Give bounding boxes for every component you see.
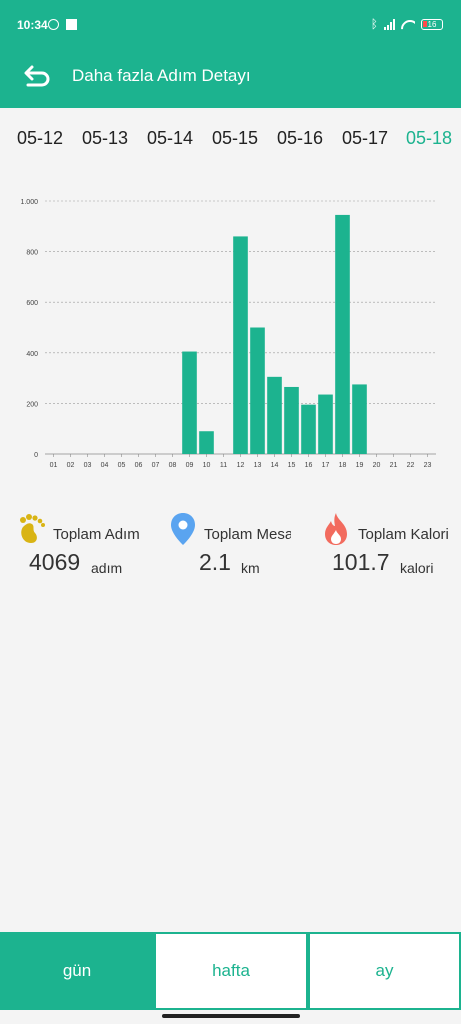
total-distance-label: Toplam Mesafe: [204, 526, 291, 543]
total-calories-label: Toplam Kalori: [358, 526, 449, 543]
x-tick-label: 15: [288, 462, 296, 469]
y-tick-label: 200: [26, 401, 38, 408]
x-tick-label: 19: [356, 462, 364, 469]
status-bar: 10:34 ᛒ 16: [0, 0, 461, 44]
wifi-icon: [401, 19, 415, 30]
chart-bar: [318, 394, 333, 454]
x-tick-label: 04: [101, 462, 109, 469]
total-distance-value: 2.1: [199, 549, 231, 575]
date-item[interactable]: 05-15: [212, 128, 258, 149]
flame-icon: [325, 513, 347, 545]
x-tick-label: 23: [424, 462, 432, 469]
date-item[interactable]: 05-12: [17, 128, 63, 149]
bar-chart: 0 200 400 600 800 1.000 01 02 03 04 05 06 07 08 09 10 11…: [20, 199, 436, 469]
x-tick-label: 12: [237, 462, 245, 469]
page-title: Daha fazla Adım Detayı: [72, 66, 251, 85]
chart-bar: [199, 431, 214, 454]
x-tick-label: 06: [135, 462, 143, 469]
total-steps-label: Toplam Adım: [53, 526, 140, 543]
app-bar: Daha fazla Adım Detayı: [0, 44, 461, 108]
notification-icon: [66, 19, 77, 30]
x-tick-label: 07: [152, 462, 160, 469]
tab-day[interactable]: gün: [0, 932, 154, 1010]
x-tick-label: 18: [339, 462, 347, 469]
status-time: 10:34: [17, 18, 48, 32]
date-item[interactable]: 05-17: [342, 128, 388, 149]
x-tick-label: 13: [254, 462, 262, 469]
chart-bar: [250, 327, 265, 454]
back-arrow-icon: [24, 65, 50, 87]
x-tick-label: 21: [390, 462, 398, 469]
chart-bar: [267, 376, 282, 454]
y-tick-label: 800: [26, 250, 38, 257]
x-tick-label: 09: [186, 462, 194, 469]
y-tick-label: 0: [34, 452, 38, 459]
x-tick-label: 20: [373, 462, 381, 469]
total-steps-value: 4069: [29, 549, 81, 575]
location-pin-icon: [171, 513, 195, 545]
footprints-icon: [20, 514, 45, 543]
chart-bar: [352, 384, 367, 454]
y-tick-label: 400: [26, 351, 38, 358]
total-calories-unit: kalori: [400, 560, 434, 576]
date-item[interactable]: 05-14: [147, 128, 193, 149]
alarm-icon: [48, 19, 59, 30]
x-tick-label: 02: [67, 462, 75, 469]
period-tabs: gün hafta ay: [0, 932, 461, 1010]
total-calories-value: 101.7: [332, 549, 390, 575]
signal-icon: [384, 18, 395, 30]
y-tick-label: 1.000: [20, 199, 38, 206]
back-button[interactable]: [20, 62, 56, 92]
x-tick-label: 22: [407, 462, 415, 469]
bluetooth-icon: ᛒ: [370, 17, 378, 31]
x-tick-label: 10: [203, 462, 211, 469]
home-indicator[interactable]: [162, 1014, 300, 1018]
date-selector: 05-12 05-13 05-14 05-15 05-16 05-17 05-1…: [0, 108, 461, 170]
chart-bar: [284, 386, 299, 454]
date-item-selected[interactable]: 05-18: [406, 128, 452, 149]
date-item[interactable]: 05-13: [82, 128, 128, 149]
total-distance-unit: km: [241, 560, 260, 576]
x-tick-label: 08: [169, 462, 177, 469]
y-tick-label: 600: [26, 300, 38, 307]
tab-month[interactable]: ay: [308, 932, 461, 1010]
x-tick-label: 05: [118, 462, 126, 469]
stats-row: Toplam Adım 4069 adım Toplam Mesafe 2.1 …: [0, 508, 461, 588]
chart-bar: [233, 236, 248, 454]
x-tick-label: 11: [220, 462, 227, 469]
x-tick-label: 01: [50, 462, 58, 469]
tab-week[interactable]: hafta: [154, 932, 308, 1010]
chart-bar: [301, 404, 316, 454]
x-tick-label: 16: [305, 462, 313, 469]
x-tick-label: 17: [322, 462, 330, 469]
total-steps-unit: adım: [91, 560, 123, 576]
status-icons: ᛒ 16: [371, 17, 443, 31]
x-tick-label: 14: [271, 462, 279, 469]
battery-icon: 16: [421, 18, 443, 30]
hourly-steps-chart: 0 200 400 600 800 1.000 01 02 03 04 05 06 07 08 09 10 11…: [0, 180, 461, 480]
chart-bar: [335, 214, 350, 454]
date-item[interactable]: 05-16: [277, 128, 323, 149]
chart-bar: [182, 351, 197, 454]
x-tick-label: 03: [84, 462, 92, 469]
